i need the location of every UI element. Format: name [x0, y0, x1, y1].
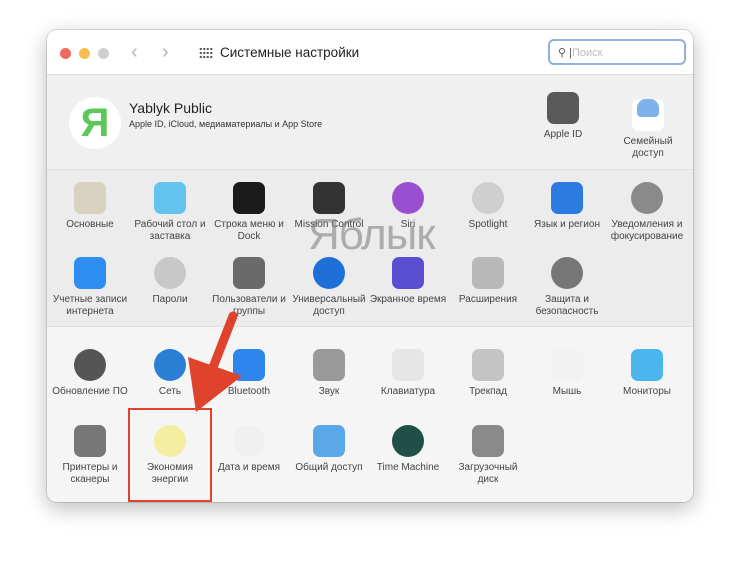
annotation-arrow	[188, 311, 242, 412]
